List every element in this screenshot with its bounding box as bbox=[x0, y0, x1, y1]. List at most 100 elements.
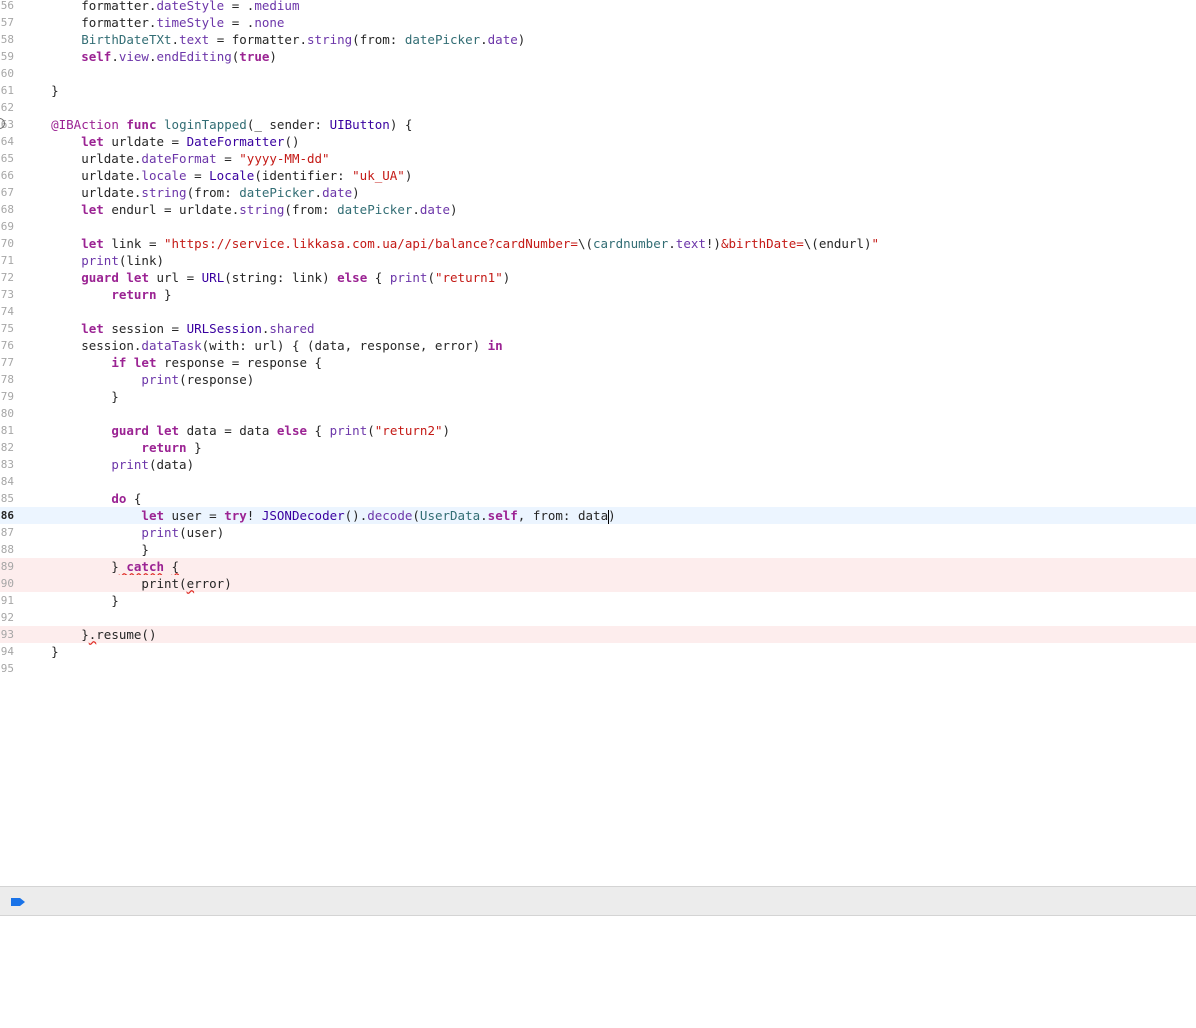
code-line[interactable]: 56 formatter.dateStyle = .medium bbox=[0, 0, 1196, 14]
code-line[interactable]: 60 bbox=[0, 65, 1196, 82]
line-number[interactable]: 66 bbox=[0, 167, 14, 184]
code-line[interactable]: 80 bbox=[0, 405, 1196, 422]
line-number[interactable]: 94 bbox=[0, 643, 14, 660]
line-number[interactable]: 85 bbox=[0, 490, 14, 507]
breakpoint-icon[interactable] bbox=[10, 897, 26, 907]
line-number[interactable]: 84 bbox=[0, 473, 14, 490]
line-number[interactable]: 62 bbox=[0, 99, 14, 116]
line-number[interactable]: 76 bbox=[0, 337, 14, 354]
code-line[interactable]: 94 } bbox=[0, 643, 1196, 660]
line-number[interactable]: 61 bbox=[0, 82, 14, 99]
code-line[interactable]: 88 } bbox=[0, 541, 1196, 558]
code-line[interactable]: 71 print(link) bbox=[0, 252, 1196, 269]
code-line[interactable]: 81 guard let data = data else { print("r… bbox=[0, 422, 1196, 439]
code-line[interactable]: 57 formatter.timeStyle = .none bbox=[0, 14, 1196, 31]
code-token: . bbox=[668, 236, 676, 251]
code-line[interactable]: 70 let link = "https://service.likkasa.c… bbox=[0, 235, 1196, 252]
code-token: string bbox=[141, 185, 187, 200]
line-number[interactable]: 83 bbox=[0, 456, 14, 473]
code-line[interactable]: 59 self.view.endEditing(true) bbox=[0, 48, 1196, 65]
line-number[interactable]: 73 bbox=[0, 286, 14, 303]
code-line[interactable]: 73 return } bbox=[0, 286, 1196, 303]
line-number[interactable]: 82 bbox=[0, 439, 14, 456]
code-token: () bbox=[284, 134, 300, 149]
line-number[interactable]: 57 bbox=[0, 14, 14, 31]
code-line[interactable]: 64 let urldate = DateFormatter() bbox=[0, 133, 1196, 150]
code-line[interactable]: 67 urldate.string(from: datePicker.date) bbox=[0, 184, 1196, 201]
code-line[interactable]: 58 BirthDateTXt.text = formatter.string(… bbox=[0, 31, 1196, 48]
code-line[interactable]: 65 urldate.dateFormat = "yyyy-MM-dd" bbox=[0, 150, 1196, 167]
code-line[interactable]: 77 if let response = response { bbox=[0, 354, 1196, 371]
line-number[interactable]: 87 bbox=[0, 524, 14, 541]
code-token: . bbox=[412, 202, 420, 217]
code-token: let bbox=[81, 321, 104, 336]
code-line[interactable]: 62 bbox=[0, 99, 1196, 116]
line-number[interactable]: 60 bbox=[0, 65, 14, 82]
code-line[interactable]: 91 } bbox=[0, 592, 1196, 609]
line-number[interactable]: 70 bbox=[0, 235, 14, 252]
line-number[interactable]: 59 bbox=[0, 48, 14, 65]
code-line[interactable]: 74 bbox=[0, 303, 1196, 320]
line-number[interactable]: 72 bbox=[0, 269, 14, 286]
code-line[interactable]: 90 print(error) bbox=[0, 575, 1196, 592]
code-line[interactable]: 61 } bbox=[0, 82, 1196, 99]
code-line[interactable]: 79 } bbox=[0, 388, 1196, 405]
line-number[interactable]: 69 bbox=[0, 218, 14, 235]
line-number[interactable]: 58 bbox=[0, 31, 14, 48]
code-token: response = response { bbox=[156, 355, 323, 370]
code-line[interactable]: 63 @IBAction func loginTapped(_ sender: … bbox=[0, 116, 1196, 133]
code-line[interactable]: 66 urldate.locale = Locale(identifier: "… bbox=[0, 167, 1196, 184]
line-number[interactable]: 67 bbox=[0, 184, 14, 201]
code-line[interactable]: 82 return } bbox=[0, 439, 1196, 456]
line-number[interactable]: 88 bbox=[0, 541, 14, 558]
code-text: @IBAction func loginTapped(_ sender: UIB… bbox=[21, 116, 412, 133]
code-line[interactable]: 89 } catch { bbox=[0, 558, 1196, 575]
code-line[interactable]: 69 bbox=[0, 218, 1196, 235]
line-number[interactable]: 78 bbox=[0, 371, 14, 388]
code-token: UserData bbox=[419, 508, 481, 523]
line-number[interactable]: 68 bbox=[0, 201, 14, 218]
code-token: (link) bbox=[118, 253, 165, 268]
source-editor[interactable]: 56 formatter.dateStyle = .medium 57 forma… bbox=[0, 0, 1196, 886]
code-line[interactable]: 83 print(data) bbox=[0, 456, 1196, 473]
code-text: } bbox=[21, 592, 119, 609]
code-line[interactable]: 92 bbox=[0, 609, 1196, 626]
line-number[interactable]: 74 bbox=[0, 303, 14, 320]
code-text: return } bbox=[21, 439, 201, 456]
line-number[interactable]: 56 bbox=[0, 0, 14, 14]
line-number[interactable]: 79 bbox=[0, 388, 14, 405]
code-line[interactable]: 78 print(response) bbox=[0, 371, 1196, 388]
code-line[interactable]: 86 let user = try! JSONDecoder().decode(… bbox=[0, 507, 1196, 524]
code-line[interactable]: 95 bbox=[0, 660, 1196, 677]
code-token: ) bbox=[517, 32, 526, 47]
line-number[interactable]: 95 bbox=[0, 660, 14, 677]
line-number[interactable]: 86 bbox=[0, 507, 14, 524]
line-number[interactable]: 81 bbox=[0, 422, 14, 439]
line-number[interactable]: 91 bbox=[0, 592, 14, 609]
line-number[interactable]: 77 bbox=[0, 354, 14, 371]
line-number[interactable]: 89 bbox=[0, 558, 14, 575]
code-line[interactable]: 75 let session = URLSession.shared bbox=[0, 320, 1196, 337]
line-number[interactable]: 92 bbox=[0, 609, 14, 626]
line-number[interactable]: 64 bbox=[0, 133, 14, 150]
code-line[interactable]: 87 print(user) bbox=[0, 524, 1196, 541]
code-line[interactable]: 76 session.dataTask(with: url) { (data, … bbox=[0, 337, 1196, 354]
console-area[interactable] bbox=[0, 916, 1196, 1028]
line-number[interactable]: 71 bbox=[0, 252, 14, 269]
line-number[interactable]: 93 bbox=[0, 626, 14, 643]
code-token: JSONDecoder bbox=[261, 508, 345, 523]
line-number[interactable]: 90 bbox=[0, 575, 14, 592]
code-token: (from: bbox=[186, 185, 240, 200]
code-line[interactable]: 72 guard let url = URL(string: link) els… bbox=[0, 269, 1196, 286]
line-number[interactable]: 75 bbox=[0, 320, 14, 337]
line-number[interactable]: 65 bbox=[0, 150, 14, 167]
code-line[interactable]: 68 let endurl = urldate.string(from: dat… bbox=[0, 201, 1196, 218]
code-line[interactable]: 84 bbox=[0, 473, 1196, 490]
code-token: urldate. bbox=[21, 151, 142, 166]
line-number[interactable]: 80 bbox=[0, 405, 14, 422]
code-token: true bbox=[239, 49, 270, 64]
code-line[interactable]: 93 }.resume() bbox=[0, 626, 1196, 643]
code-line[interactable]: 85 do { bbox=[0, 490, 1196, 507]
